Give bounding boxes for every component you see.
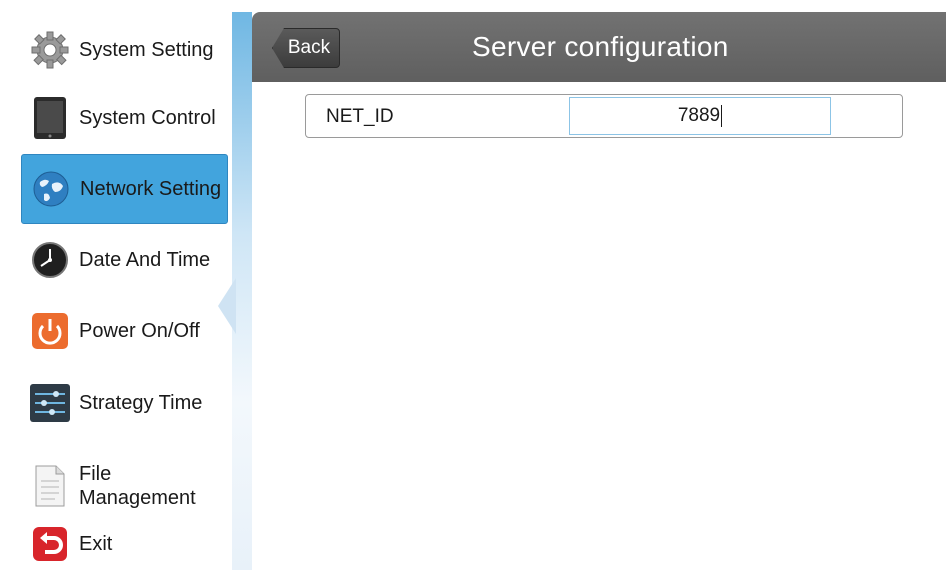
sidebar-item-exit[interactable]: Exit	[10, 510, 232, 578]
sidebar-item-label: File Management	[79, 463, 196, 509]
document-icon	[30, 465, 70, 507]
text-caret	[721, 104, 723, 127]
net-id-row: NET_ID 7889	[305, 94, 903, 138]
sidebar-item-label: Exit	[79, 533, 113, 555]
sidebar-item-system-setting[interactable]: System Setting	[10, 16, 232, 84]
clock-icon	[30, 240, 70, 280]
net-id-input[interactable]: 7889	[569, 97, 831, 135]
sliders-icon	[30, 383, 70, 423]
exit-icon	[30, 524, 70, 564]
title-bar: Back Server configuration	[252, 12, 946, 82]
selection-pointer	[218, 278, 236, 334]
tablet-icon	[30, 97, 70, 139]
sidebar-item-label: Power On/Off	[79, 320, 200, 342]
sidebar-item-label: Date And Time	[79, 249, 211, 271]
main-panel: Back Server configuration NET_ID 7889	[252, 12, 946, 570]
gear-icon	[30, 30, 70, 70]
sidebar-item-date-and-time[interactable]: Date And Time	[10, 226, 232, 294]
settings-sidebar: System Setting System Control Network Se…	[10, 12, 233, 570]
page-title: Server configuration	[472, 31, 729, 62]
sidebar-item-system-control[interactable]: System Control	[10, 84, 232, 152]
net-id-label: NET_ID	[326, 106, 394, 127]
globe-icon	[31, 169, 71, 209]
sidebar-item-power-on-off[interactable]: Power On/Off	[10, 297, 232, 365]
sidebar-item-label: System Setting	[79, 39, 214, 61]
sidebar-item-label: Strategy Time	[79, 392, 203, 414]
sidebar-item-label: System Control	[79, 107, 216, 129]
power-icon	[30, 311, 70, 351]
sidebar-item-label: Network Setting	[80, 178, 222, 200]
net-id-value: 7889	[677, 105, 721, 126]
back-button[interactable]: Back	[272, 28, 340, 68]
sidebar-item-strategy-time[interactable]: Strategy Time	[10, 369, 232, 437]
sidebar-item-network-setting[interactable]: Network Setting	[21, 154, 228, 224]
